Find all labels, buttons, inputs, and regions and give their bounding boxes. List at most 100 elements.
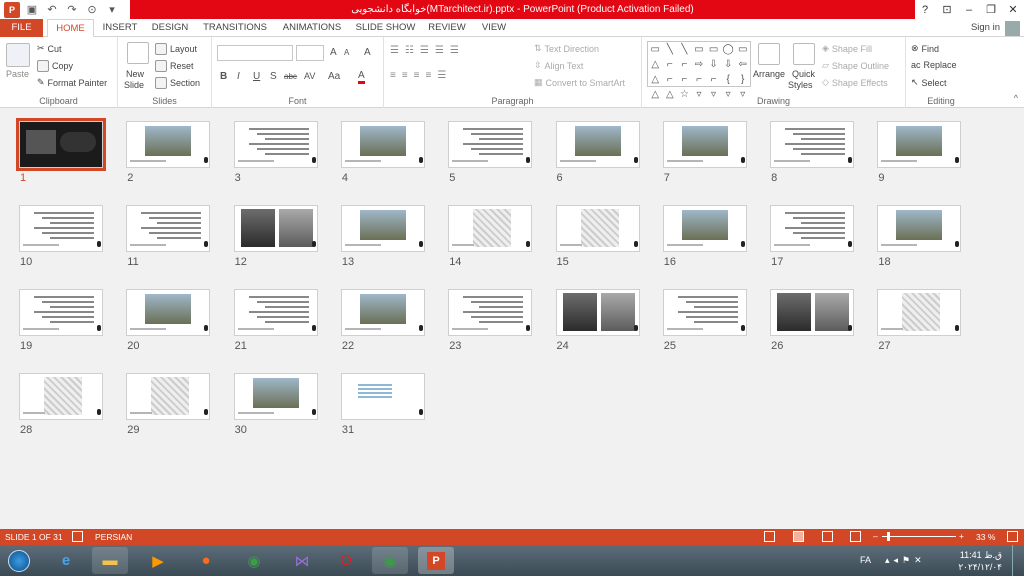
align-buttons[interactable]: ≡≡≡≡☰ [390,70,452,81]
tab-review[interactable]: REVIEW [426,19,468,37]
char-spacing-button[interactable]: AV [304,71,315,81]
underline-button[interactable]: U [253,71,260,82]
shape-gallery-item[interactable]: ╲ [663,42,678,57]
clock[interactable]: 11:41 ق.ظ ۲۰۲۴/۱۲/۰۴ [958,549,1002,573]
shadow-button[interactable]: S [270,71,277,82]
slide-thumbnail[interactable] [233,205,318,252]
clear-format-button[interactable]: A [364,47,371,58]
shape-gallery-item[interactable]: ⌐ [706,72,721,87]
grow-font-button[interactable]: A [330,47,337,58]
slide-thumbnail[interactable] [126,289,211,336]
slide-thumbnail[interactable] [877,289,962,336]
redo-icon[interactable]: ↷ [64,2,80,18]
format-painter-button[interactable]: ✎ Format Painter [37,77,107,88]
slide-thumbnail[interactable] [233,373,318,420]
collapse-ribbon-icon[interactable]: ^ [1014,93,1018,103]
paste-button[interactable]: Paste [6,69,29,79]
shape-gallery-item[interactable]: ▭ [706,42,721,57]
shape-gallery-item[interactable]: { [721,72,736,87]
font-name-box[interactable] [217,45,293,61]
normal-view-icon[interactable] [764,531,775,542]
slide-thumbnail[interactable] [126,205,211,252]
file-explorer-icon[interactable]: ▬ [92,547,128,574]
tab-animations[interactable]: ANIMATIONS [279,19,345,37]
shape-gallery-item[interactable]: ⇦ [735,57,750,72]
slide-thumbnail[interactable] [19,373,103,420]
tab-transitions[interactable]: TRANSITIONS [199,19,271,37]
slide-thumbnail[interactable] [340,373,425,420]
shape-gallery-item[interactable]: ⌐ [692,72,707,87]
show-desktop-button[interactable] [1012,545,1024,576]
section-button[interactable]: Section [155,77,200,89]
ribbon-display-button[interactable]: ⊡ [936,0,958,19]
shape-gallery-item[interactable]: ⌐ [663,57,678,72]
input-language[interactable]: FA [860,555,871,565]
zoom-out-button[interactable]: – [873,531,878,541]
font-color-button[interactable]: A [358,71,365,84]
shape-gallery-item[interactable]: ⇩ [706,57,721,72]
slide-thumbnail[interactable] [555,289,640,336]
text-direction-button[interactable]: ⇅ Text Direction [534,43,599,54]
tray-icons[interactable]: ▴◂⚑✕ [885,555,926,566]
zoom-in-button[interactable]: + [959,531,964,541]
slide-thumbnail[interactable] [448,205,533,252]
chrome-icon[interactable]: ◉ [236,547,272,574]
arrange-button[interactable]: Arrange [753,69,785,79]
convert-smartart-button[interactable]: ▦ Convert to SmartArt [534,77,625,88]
slide-thumbnail[interactable] [448,289,533,336]
slide-thumbnail[interactable] [16,118,106,171]
shape-gallery-item[interactable]: ⌐ [677,57,692,72]
slide-thumbnail[interactable] [770,121,855,168]
tab-insert[interactable]: INSERT [100,19,140,37]
italic-button[interactable]: I [237,71,240,82]
tab-file[interactable]: FILE [0,19,43,37]
present-icon[interactable]: ⊙ [84,2,100,18]
slide-thumbnail[interactable] [555,121,640,168]
notes-icon[interactable] [72,531,83,542]
shape-gallery-item[interactable]: ▭ [692,42,707,57]
find-button[interactable]: ⊗ Find [911,43,939,54]
strikethrough-button[interactable]: abc [284,72,297,81]
slide-thumbnail[interactable] [233,289,318,336]
reading-view-icon[interactable] [822,531,833,542]
quick-styles-button[interactable]: Quick [792,69,815,79]
slide-sorter-view-icon[interactable] [793,531,804,542]
shape-effects-button[interactable]: ◇ Shape Effects [822,77,888,88]
shape-gallery-item[interactable]: ⌐ [677,72,692,87]
start-button[interactable] [4,547,34,574]
avatar[interactable] [1005,21,1020,36]
shape-gallery-item[interactable]: ◯ [721,42,736,57]
font-size-box[interactable] [296,45,324,61]
shape-gallery-item[interactable]: ▭ [735,42,750,57]
slide-thumbnail[interactable] [19,205,103,252]
shrink-font-button[interactable]: A [344,48,349,57]
zoom-level[interactable]: 33 % [976,532,995,542]
replace-button[interactable]: ac Replace [911,60,957,70]
chrome-running-icon[interactable]: ◉ [372,547,408,574]
maximize-button[interactable]: ❐ [980,0,1002,19]
language-indicator[interactable]: PERSIAN [95,532,132,542]
save-icon[interactable]: ▣ [24,2,40,18]
slide-thumbnail[interactable] [555,205,640,252]
shape-fill-button[interactable]: ◈ Shape Fill [822,43,872,54]
powerpoint-taskbar-icon[interactable]: P [418,547,454,574]
slide-thumbnail[interactable] [340,289,425,336]
slide-thumbnail[interactable] [770,205,855,252]
layout-button[interactable]: Layout [155,43,197,55]
zoom-slider[interactable] [882,536,956,537]
shape-gallery-item[interactable]: △ [648,57,663,72]
shape-gallery-item[interactable]: ▭ [648,42,663,57]
slide-thumbnail[interactable] [662,205,747,252]
visual-studio-icon[interactable]: ⋈ [284,547,320,574]
shape-gallery-item[interactable]: } [735,72,750,87]
slide-thumbnail[interactable] [340,205,425,252]
slide-thumbnail[interactable] [126,373,211,420]
slide-thumbnail[interactable] [770,289,855,336]
slide-thumbnail[interactable] [877,205,962,252]
zoom-slider-thumb[interactable] [887,532,890,541]
minimize-button[interactable]: – [958,0,980,19]
help-button[interactable]: ? [914,0,936,19]
shape-gallery-item[interactable]: ⇨ [692,57,707,72]
align-text-button[interactable]: ⇳ Align Text [534,60,583,71]
shape-outline-button[interactable]: ▱ Shape Outline [822,60,889,71]
